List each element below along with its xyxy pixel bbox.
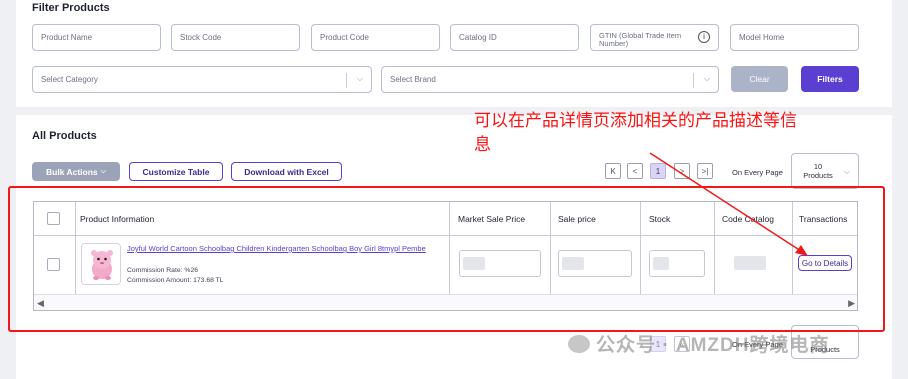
wechat-watermark: 公众号 · AMZDH跨境电商 (568, 330, 829, 357)
filter-products-title: Filter Products (32, 2, 110, 14)
info-icon[interactable]: i (698, 31, 710, 43)
brand-select[interactable]: Select Brand ⌵ (381, 66, 719, 93)
prev-page-button[interactable]: < (627, 163, 643, 179)
select-separator (693, 73, 694, 88)
stock-code-input[interactable]: Stock Code (171, 24, 300, 51)
annotation-highlight-box (8, 186, 885, 332)
filters-button[interactable]: Filters (801, 66, 859, 92)
gtin-input[interactable]: GTIN (Global Trade Item Number) i (590, 24, 719, 51)
customize-table-button[interactable]: Customize Table (129, 162, 223, 181)
page-1-button[interactable]: 1 (650, 163, 666, 179)
model-home-input[interactable]: Model Home (730, 24, 859, 51)
annotation-text-line2: 息 (474, 135, 491, 154)
per-page-unit: Products (803, 171, 833, 180)
filter-products-card: Filter Products Product Name Stock Code … (16, 0, 892, 107)
last-page-button[interactable]: >| (697, 163, 713, 179)
on-every-page-label: On Every Page (732, 168, 783, 177)
chevron-down-icon: ⌵ (843, 167, 850, 176)
per-page-select[interactable]: 10 Products ⌵ (791, 153, 859, 189)
wechat-icon (568, 334, 590, 353)
chevron-down-icon: ⌵ (356, 74, 363, 83)
brand-select-value: Select Brand (390, 75, 436, 84)
chevron-down-icon: ⌵ (100, 167, 106, 175)
select-separator (346, 73, 347, 88)
per-page-value: 10 (813, 162, 823, 171)
bulk-actions-label: Bulk Actions (46, 166, 98, 177)
all-products-title: All Products (32, 130, 97, 142)
download-excel-button[interactable]: Download with Excel (231, 162, 342, 181)
product-name-input[interactable]: Product Name (32, 24, 161, 51)
bulk-actions-button[interactable]: Bulk Actions ⌵ (32, 162, 120, 181)
watermark-text: 公众号 · AMZDH跨境电商 (596, 335, 830, 356)
gtin-placeholder: GTIN (Global Trade Item Number) (599, 31, 682, 48)
chevron-down-icon: ⌵ (703, 74, 710, 83)
product-code-input[interactable]: Product Code (311, 24, 440, 51)
catalog-id-input[interactable]: Catalog ID (450, 24, 579, 51)
category-select[interactable]: Select Category ⌵ (32, 66, 372, 93)
category-select-value: Select Category (41, 75, 98, 84)
annotation-text-line1: 可以在产品详情页添加相关的产品描述等信 (474, 111, 797, 130)
next-page-button[interactable]: > (674, 163, 690, 179)
clear-button[interactable]: Clear (731, 66, 788, 92)
first-page-button[interactable]: K (605, 163, 621, 179)
